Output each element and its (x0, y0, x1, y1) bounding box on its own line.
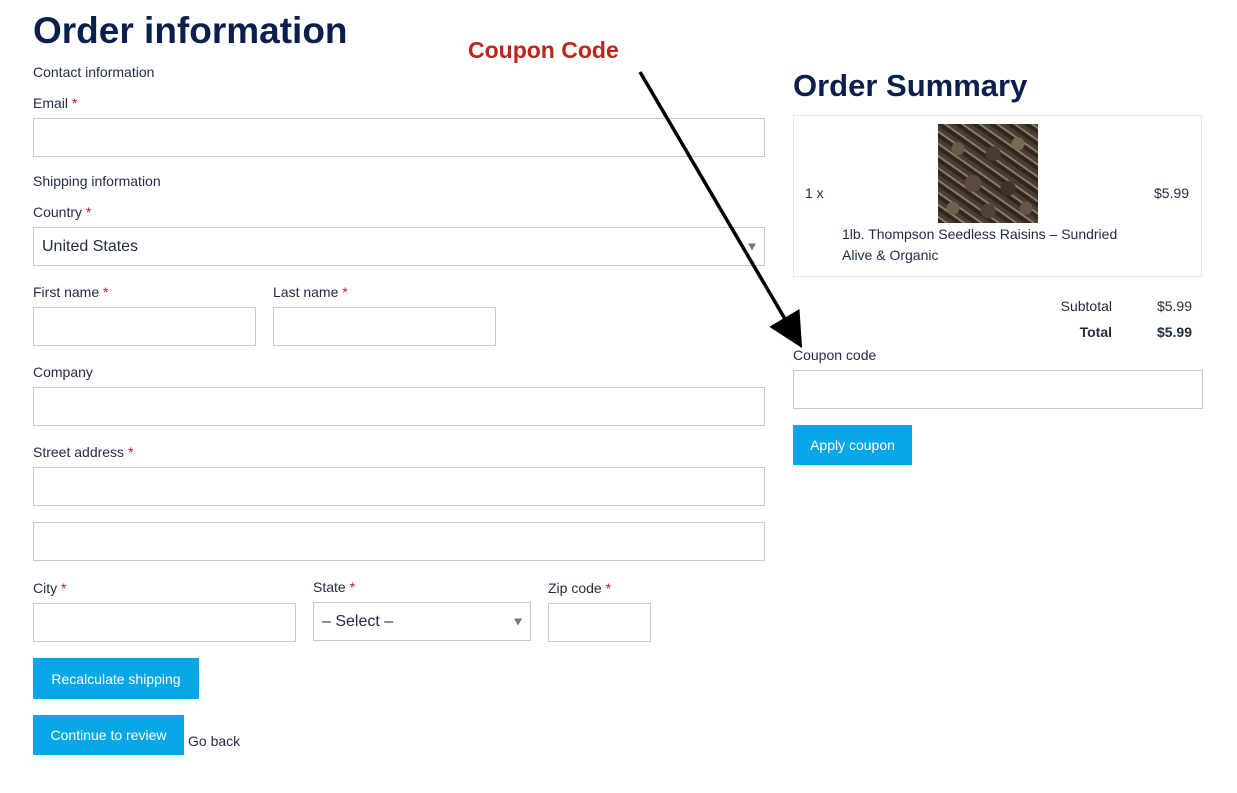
total-label: Total (1079, 324, 1112, 340)
total-value: $5.99 (1156, 324, 1192, 340)
item-name-line2: Alive & Organic (842, 247, 939, 263)
arrow-line (638, 71, 803, 349)
product-image (938, 124, 1038, 223)
item-name: 1lb. Thompson Seedless Raisins – Sundrie… (842, 224, 1117, 266)
item-price: $5.99 (1154, 185, 1190, 201)
coupon-code-label: Coupon code (793, 347, 877, 363)
coupon-code-field[interactable] (793, 370, 1203, 409)
item-name-line1: 1lb. Thompson Seedless Raisins – Sundrie… (842, 226, 1118, 242)
item-quantity: 1 x (805, 185, 824, 201)
summary-item-card: 1 x $5.99 1lb. Thompson Seedless Raisins… (793, 115, 1202, 277)
apply-coupon-button[interactable]: Apply coupon (793, 425, 912, 465)
subtotal-label: Subtotal (1060, 298, 1112, 314)
order-summary-title: Order Summary (793, 68, 1028, 103)
subtotal-value: $5.99 (1156, 298, 1192, 314)
